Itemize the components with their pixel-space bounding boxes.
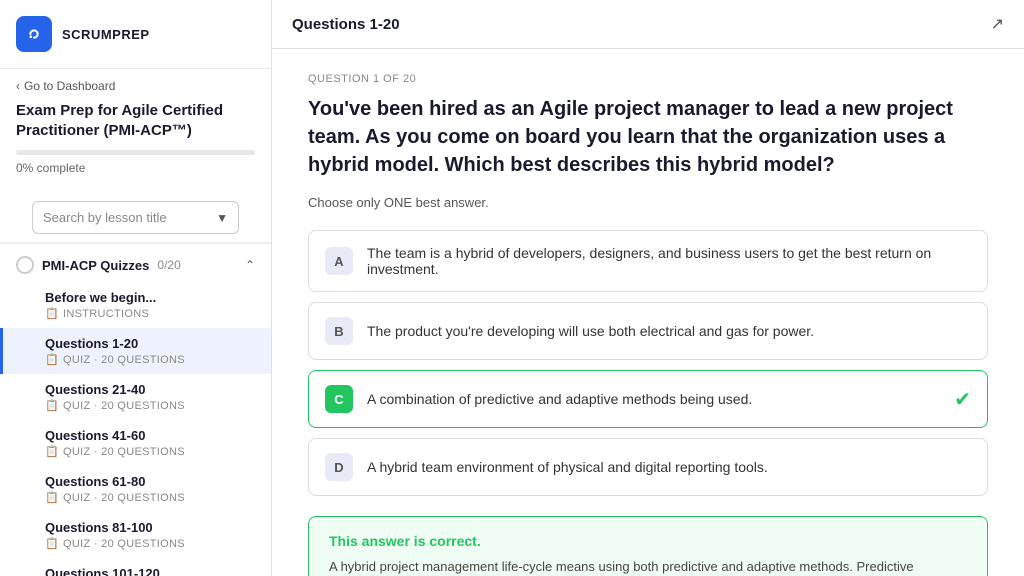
progress-bar-container (16, 150, 255, 155)
lesson-subtitle: QUIZ · 20 QUESTIONS (63, 538, 185, 550)
section-title: PMI-ACP Quizzes (42, 258, 149, 273)
instruction-text: Choose only ONE best answer. (308, 195, 988, 210)
answer-text-b: The product you're developing will use b… (367, 323, 971, 339)
answer-letter-b: B (325, 317, 353, 345)
lesson-subtitle: QUIZ · 20 QUESTIONS (63, 492, 185, 504)
chevron-down-icon: ▼ (216, 211, 228, 225)
correct-check-icon: ✔︎ (954, 387, 971, 412)
expand-icon[interactable]: ↗ (991, 14, 1004, 34)
answer-letter-c: C (325, 385, 353, 413)
content-header: Questions 1-20 ↗ (272, 0, 1024, 49)
list-item[interactable]: Questions 81-100 📋 QUIZ · 20 QUESTIONS (0, 512, 271, 558)
list-item[interactable]: Questions 21-40 📋 QUIZ · 20 QUESTIONS (0, 374, 271, 420)
lesson-title: Questions 21-40 (45, 382, 145, 397)
lesson-title: Questions 101-120 (45, 566, 160, 576)
lesson-type-icon: 📋 (45, 399, 59, 412)
feedback-correct-label: This answer is correct. (329, 533, 967, 549)
lesson-title: Questions 81-100 (45, 520, 153, 535)
answer-letter-d: D (325, 453, 353, 481)
logo-icon (16, 16, 52, 52)
answer-text-d: A hybrid team environment of physical an… (367, 459, 971, 475)
list-item[interactable]: Questions 1-20 📋 QUIZ · 20 QUESTIONS (0, 328, 271, 374)
answer-letter-a: A (325, 247, 353, 275)
lesson-title: Before we begin... (45, 290, 156, 305)
answers-list: A The team is a hybrid of developers, de… (308, 230, 988, 496)
progress-text: 0% complete (16, 161, 255, 175)
section-count: 0/20 (157, 258, 180, 272)
sidebar: SCRUMPREP ‹ Go to Dashboard Exam Prep fo… (0, 0, 272, 576)
list-item[interactable]: Questions 41-60 📋 QUIZ · 20 QUESTIONS (0, 420, 271, 466)
logo-text: SCRUMPREP (62, 27, 150, 42)
question-number: QUESTION 1 OF 20 (308, 73, 988, 85)
lesson-type-icon: 📋 (45, 445, 59, 458)
answer-option-d[interactable]: D A hybrid team environment of physical … (308, 438, 988, 496)
go-dashboard-link[interactable]: ‹ Go to Dashboard (16, 79, 255, 93)
answer-option-c[interactable]: C A combination of predictive and adapti… (308, 370, 988, 428)
lesson-type-icon: 📋 (45, 307, 59, 320)
lesson-type-icon: 📋 (45, 353, 59, 366)
lesson-subtitle: QUIZ · 20 QUESTIONS (63, 400, 185, 412)
feedback-box: This answer is correct. A hybrid project… (308, 516, 988, 576)
main-content: Questions 1-20 ↗ QUESTION 1 OF 20 You've… (272, 0, 1024, 576)
sidebar-nav: ‹ Go to Dashboard Exam Prep for Agile Ce… (0, 69, 271, 193)
list-item[interactable]: Before we begin... 📋 INSTRUCTIONS (0, 282, 271, 328)
sidebar-header: SCRUMPREP (0, 0, 271, 69)
lesson-subtitle: QUIZ · 20 QUESTIONS (63, 354, 185, 366)
lesson-subtitle: INSTRUCTIONS (63, 308, 149, 320)
question-area: QUESTION 1 OF 20 You've been hired as an… (272, 49, 1024, 576)
feedback-text: A hybrid project management life-cycle m… (329, 557, 967, 576)
section-circle-icon (16, 256, 34, 274)
answer-text-a: The team is a hybrid of developers, desi… (367, 245, 971, 277)
search-bar-wrapper: Search by lesson title ▼ (0, 193, 271, 243)
question-text: You've been hired as an Agile project ma… (308, 95, 988, 179)
lesson-title: Questions 1-20 (45, 336, 138, 351)
answer-text-c: A combination of predictive and adaptive… (367, 391, 940, 407)
lesson-type-icon: 📋 (45, 537, 59, 550)
content-header-title: Questions 1-20 (292, 16, 400, 33)
list-item[interactable]: Questions 101-120 📋 QUIZ · 20 QUESTIONS (0, 558, 271, 576)
lesson-title: Questions 61-80 (45, 474, 145, 489)
chevron-left-icon: ‹ (16, 79, 20, 93)
lessons-list: PMI-ACP Quizzes 0/20 ⌃ Before we begin..… (0, 243, 271, 576)
search-dropdown-text: Search by lesson title (43, 210, 167, 225)
list-item[interactable]: Questions 61-80 📋 QUIZ · 20 QUESTIONS (0, 466, 271, 512)
lesson-type-icon: 📋 (45, 491, 59, 504)
section-header[interactable]: PMI-ACP Quizzes 0/20 ⌃ (0, 243, 271, 282)
lesson-title: Questions 41-60 (45, 428, 145, 443)
answer-option-a[interactable]: A The team is a hybrid of developers, de… (308, 230, 988, 292)
search-dropdown[interactable]: Search by lesson title ▼ (32, 201, 239, 234)
answer-option-b[interactable]: B The product you're developing will use… (308, 302, 988, 360)
section-chevron-icon: ⌃ (245, 258, 255, 272)
course-title: Exam Prep for Agile Certified Practition… (16, 101, 255, 140)
lesson-subtitle: QUIZ · 20 QUESTIONS (63, 446, 185, 458)
